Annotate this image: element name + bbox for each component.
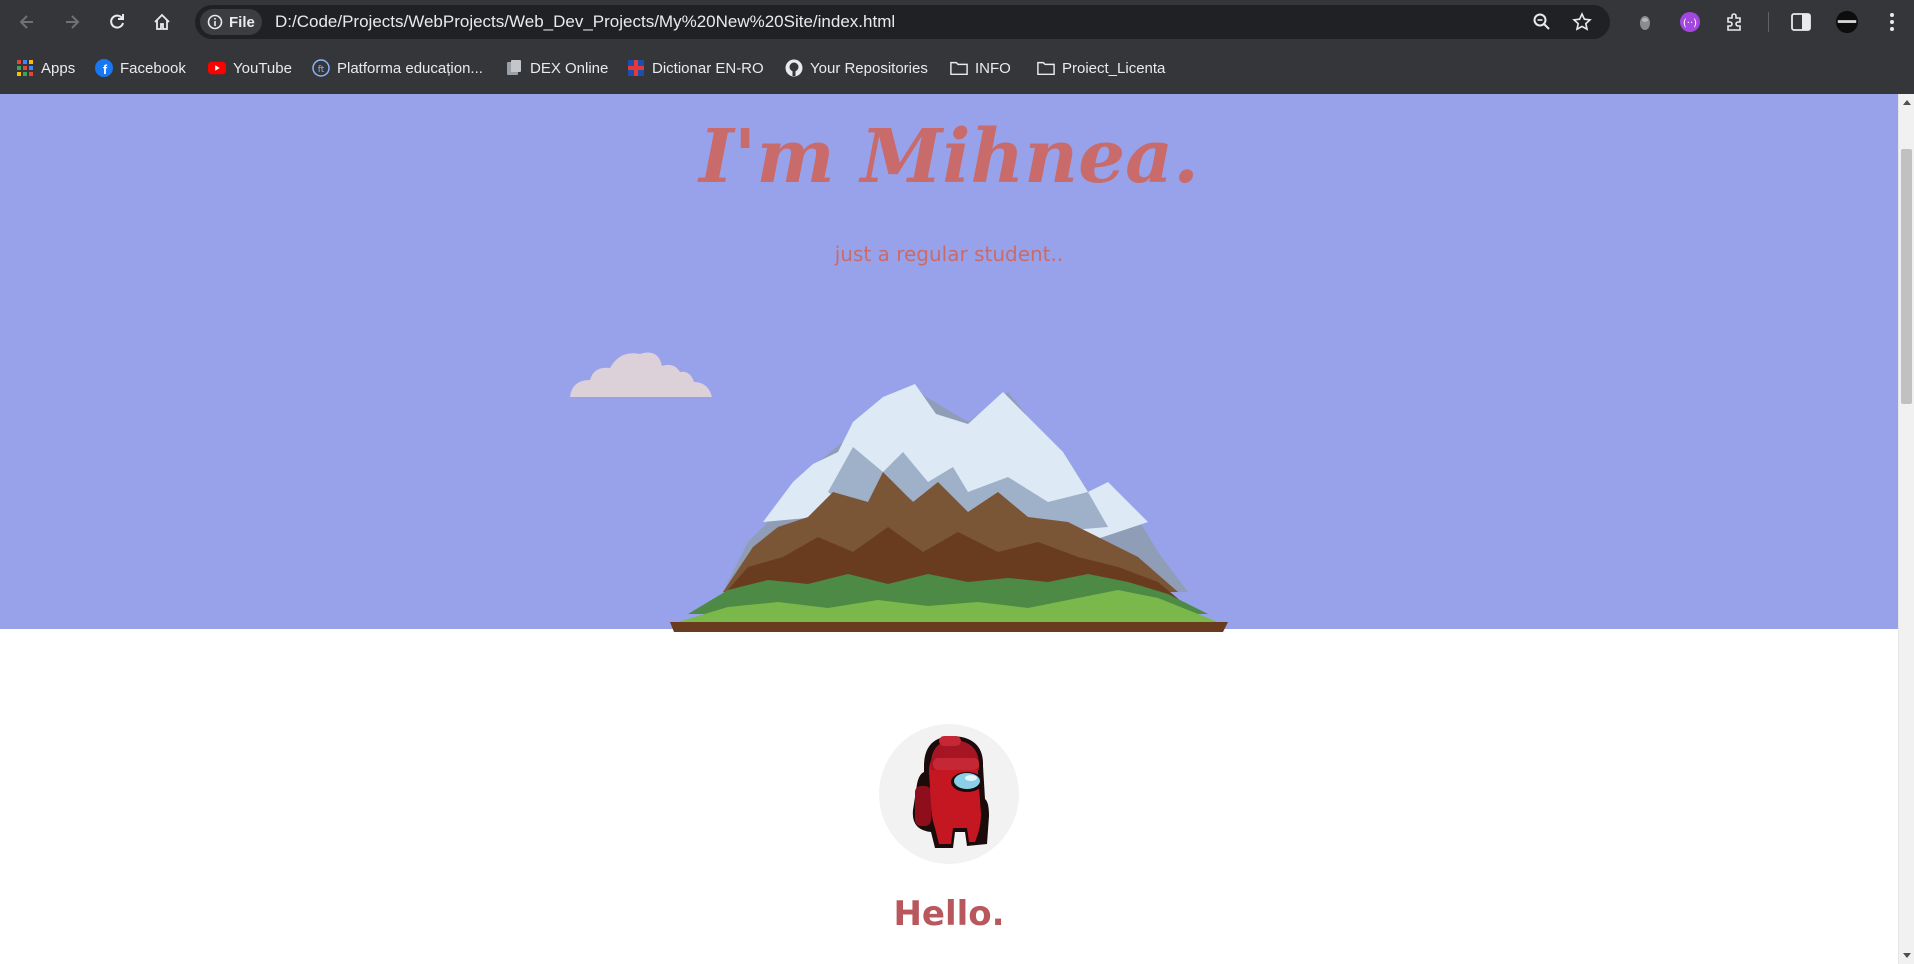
scroll-up-arrow-icon[interactable] — [1903, 100, 1911, 105]
folder-icon — [950, 59, 968, 77]
bookmark-youtube[interactable]: YouTube — [208, 56, 292, 80]
bookmark-label: Dictionar EN-RO — [652, 59, 764, 77]
mountain-illustration — [670, 384, 1228, 632]
arrow-left-icon — [19, 15, 33, 29]
bookmark-label: INFO — [975, 59, 1011, 77]
bookmark-proiect-licenta-folder[interactable]: Proiect_Licenta — [1037, 56, 1165, 80]
bookmark-label: Apps — [41, 59, 76, 77]
zoom-icon[interactable] — [1532, 12, 1552, 32]
hello-heading: Hello. — [893, 894, 1005, 934]
address-bar[interactable]: File D:/Code/Projects/WebProjects/Web_De… — [195, 5, 1610, 39]
dex-icon — [505, 59, 523, 77]
more-vertical-icon — [1890, 13, 1894, 31]
reload-button[interactable] — [103, 8, 131, 36]
dictionary-icon — [627, 59, 645, 77]
bookmark-label: Facebook — [120, 59, 186, 77]
bookmark-label: DEX Online — [530, 59, 609, 77]
hero-subtitle: just a regular student.. — [834, 242, 1064, 266]
bookmark-apps[interactable]: Apps — [16, 56, 75, 80]
toolbar-divider — [1768, 12, 1769, 32]
extensions-button[interactable] — [1723, 10, 1747, 34]
bookmark-label: Proiect_Licenta — [1062, 59, 1166, 77]
red-crewmate-icon — [912, 736, 989, 848]
hero-title: I'm Mihnea. — [699, 114, 1199, 200]
browser-toolbar: File D:/Code/Projects/WebProjects/Web_De… — [0, 0, 1914, 44]
scroll-down-arrow-icon[interactable] — [1903, 953, 1911, 958]
svg-text:f: f — [103, 62, 108, 77]
scroll-thumb[interactable] — [1901, 149, 1912, 404]
bookmark-info-folder[interactable]: INFO — [950, 56, 1011, 80]
platform-icon: ft — [312, 59, 330, 77]
bookmark-facebook[interactable]: f Facebook — [95, 56, 186, 80]
home-icon — [154, 13, 170, 30]
apps-grid-icon — [16, 59, 34, 77]
extension-ghost-button[interactable] — [1633, 10, 1657, 34]
reload-icon — [110, 14, 124, 29]
chrome-menu-button[interactable] — [1880, 10, 1904, 34]
home-button[interactable] — [148, 8, 176, 36]
svg-text:(··): (··) — [1683, 18, 1697, 29]
arrow-right-icon — [66, 15, 80, 29]
ghost-extension-icon — [1640, 16, 1650, 30]
page-viewport: I'm Mihnea. just a regular student.. Hel… — [0, 94, 1898, 964]
back-button[interactable] — [13, 8, 41, 36]
svg-text:ft: ft — [318, 65, 325, 75]
bookmark-label: Your Repositories — [810, 59, 928, 77]
forward-button[interactable] — [58, 8, 86, 36]
bookmark-dictionar[interactable]: Dictionar EN-RO — [627, 56, 764, 80]
side-panel-icon — [1791, 13, 1811, 31]
profile-avatar-image — [879, 724, 1019, 864]
bookmarks-bar: Apps f Facebook YouTube ft Platforma edu… — [0, 44, 1914, 94]
bookmark-label: Platforma educațion... — [337, 59, 483, 77]
side-panel-button[interactable] — [1789, 10, 1813, 34]
youtube-icon — [208, 59, 226, 77]
info-icon — [207, 14, 223, 30]
bookmark-label: YouTube — [233, 59, 292, 77]
profile-button[interactable] — [1835, 10, 1859, 34]
extension-purple-button[interactable]: (··) — [1678, 10, 1702, 34]
site-info-label: File — [229, 13, 255, 31]
folder-icon — [1037, 59, 1055, 77]
github-icon — [785, 59, 803, 77]
page-scrollbar[interactable] — [1898, 94, 1914, 964]
profile-avatar-icon — [1835, 10, 1859, 34]
puzzle-icon — [1727, 13, 1741, 31]
bookmark-platforma[interactable]: ft Platforma educațion... — [312, 56, 483, 80]
facebook-icon: f — [95, 59, 113, 77]
bookmark-dex-online[interactable]: DEX Online — [505, 56, 608, 80]
hero-section: I'm Mihnea. just a regular student.. — [0, 94, 1898, 632]
purple-extension-icon: (··) — [1680, 12, 1700, 32]
bookmark-your-repositories[interactable]: Your Repositories — [785, 56, 928, 80]
bookmark-star-icon[interactable] — [1572, 12, 1592, 32]
site-info-button[interactable]: File — [200, 9, 262, 35]
url-text[interactable]: D:/Code/Projects/WebProjects/Web_Dev_Pro… — [275, 12, 895, 32]
